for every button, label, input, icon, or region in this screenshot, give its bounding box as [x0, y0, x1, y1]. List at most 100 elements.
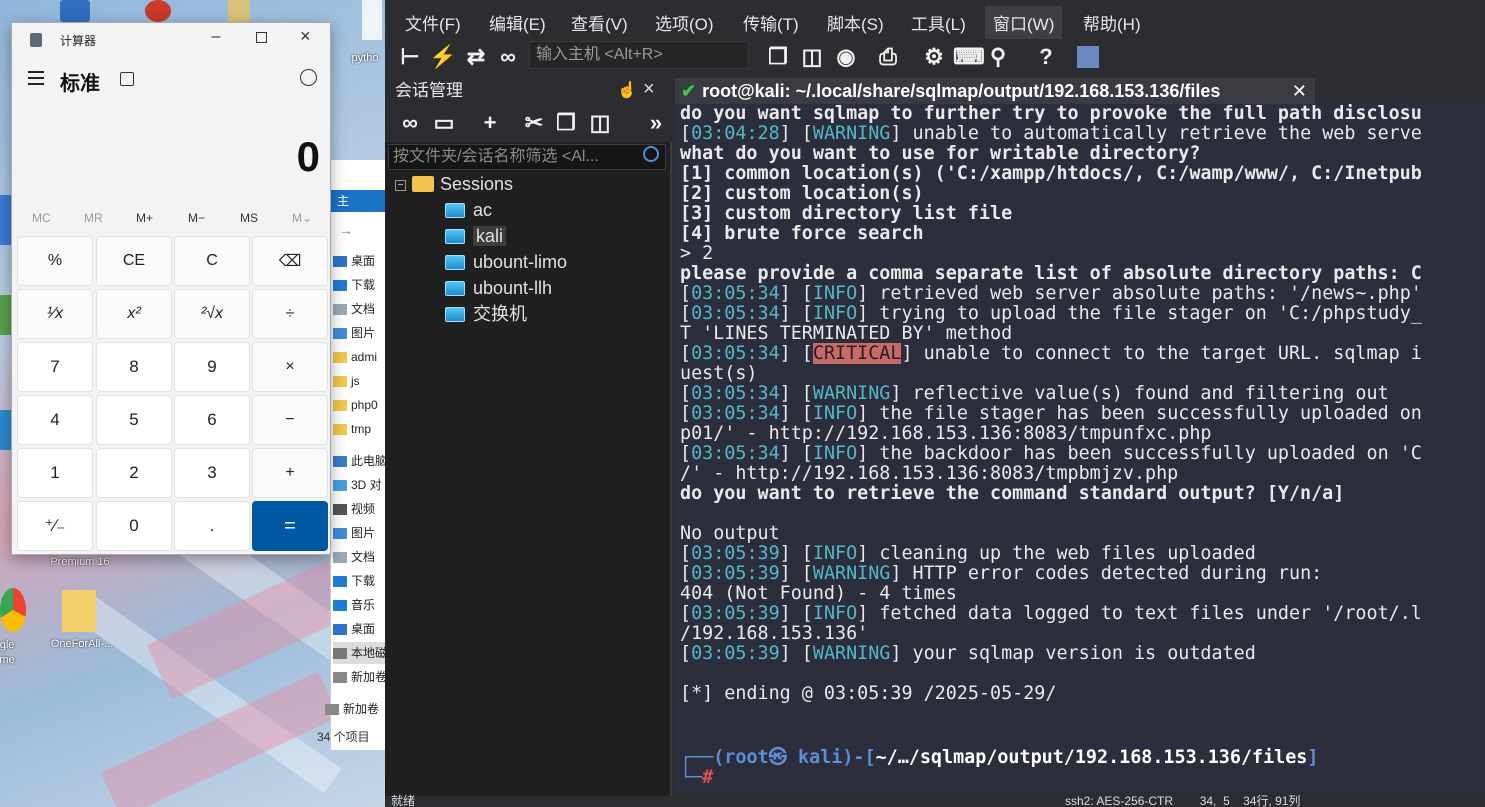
digit-0-key[interactable]: 0 [96, 501, 172, 551]
find-icon[interactable]: ◉ [833, 44, 859, 70]
explorer-item[interactable]: 桌面 [333, 250, 387, 272]
explorer-item[interactable]: 文档 [333, 546, 387, 568]
explorer-item[interactable]: 下载 [333, 274, 387, 296]
plus-key[interactable]: + [252, 448, 328, 498]
digit-3-key[interactable]: 3 [174, 448, 250, 498]
paste-session-icon[interactable]: ◫ [587, 110, 613, 136]
settings-gear-icon[interactable]: ⚙ [921, 44, 947, 70]
cut-icon[interactable]: ✂ [521, 110, 547, 136]
close-button[interactable]: × [300, 26, 311, 47]
forward-arrow-icon[interactable]: → [339, 222, 353, 238]
minimize-button[interactable]: – [204, 28, 228, 46]
explorer-item[interactable]: 新加卷 [325, 698, 379, 720]
explorer-item[interactable]: 音乐 [333, 594, 387, 616]
menu-help[interactable]: 帮助(H) [1083, 10, 1141, 35]
explorer-tab[interactable]: 主 [331, 190, 387, 212]
memory-list-button[interactable]: M⌄ [292, 211, 312, 225]
connect-tab-icon[interactable]: ▭ [431, 110, 457, 136]
explorer-item[interactable]: 图片 [333, 322, 387, 344]
close-panel-icon[interactable]: × [643, 78, 655, 101]
minus-key[interactable]: − [252, 395, 328, 445]
folder-icon[interactable] [60, 0, 90, 22]
memory-store-button[interactable]: MS [240, 211, 258, 225]
memory-clear-button[interactable]: MC [32, 211, 51, 225]
menu-options[interactable]: 选项(O) [655, 10, 714, 35]
explorer-item[interactable]: 图片 [333, 522, 387, 544]
explorer-item[interactable]: 下载 [333, 570, 387, 592]
close-tab-icon[interactable]: ✕ [1292, 78, 1307, 104]
disconnect-icon[interactable]: ∞ [495, 44, 521, 70]
explorer-item[interactable]: admi [333, 346, 387, 368]
oneforall-label[interactable]: OneForAll-... [42, 638, 122, 650]
negate-key[interactable]: ⁺∕₋ [17, 501, 93, 551]
menu-file[interactable]: 文件(F) [405, 10, 461, 35]
digit-6-key[interactable]: 6 [174, 395, 250, 445]
session-item-ac[interactable]: ac [445, 198, 492, 222]
digit-1-key[interactable]: 1 [17, 448, 93, 498]
explorer-item[interactable]: js [333, 370, 387, 392]
sftp-icon[interactable] [1077, 46, 1099, 68]
search-icon[interactable] [643, 146, 659, 162]
session-filter-input[interactable]: 按文件夹/会话名称筛选 <Al... [388, 144, 666, 170]
explorer-item[interactable]: 此电脑 [333, 450, 387, 472]
percent-key[interactable]: % [17, 236, 93, 286]
clear-entry-key[interactable]: CE [96, 236, 172, 286]
divide-key[interactable]: ÷ [252, 289, 328, 339]
sqrt-key[interactable]: ²√x [174, 289, 250, 339]
session-item-ubount-limo[interactable]: ubount-limo [445, 250, 567, 274]
keep-on-top-icon[interactable] [120, 72, 134, 86]
menu-edit[interactable]: 编辑(E) [489, 10, 546, 35]
keymap-icon[interactable]: ⌨ [953, 44, 985, 70]
memory-subtract-button[interactable]: M− [188, 211, 205, 225]
session-item-ubount-llh[interactable]: ubount-llh [445, 276, 552, 300]
print-icon[interactable]: ⎙ [875, 44, 901, 70]
menu-script[interactable]: 脚本(S) [827, 10, 884, 35]
file-icon[interactable] [362, 0, 382, 40]
decimal-key[interactable]: . [174, 501, 250, 551]
connect-link-icon[interactable]: ∞ [397, 110, 423, 136]
quick-connect-icon[interactable]: ⚡ [429, 44, 456, 70]
app-icon[interactable] [145, 0, 171, 22]
reciprocal-key[interactable]: ¹⁄x [17, 289, 93, 339]
paste-icon[interactable]: ◫ [799, 44, 825, 70]
multiply-key[interactable]: × [252, 342, 328, 392]
square-key[interactable]: x² [96, 289, 172, 339]
terminal-output[interactable]: do you want sqlmap to further try to pro… [675, 104, 1485, 792]
menu-window[interactable]: 窗口(W) [985, 6, 1063, 39]
backspace-key[interactable]: ⌫ [252, 236, 328, 286]
session-tab[interactable]: ✔ root@kali: ~/.local/share/sqlmap/output… [675, 78, 1315, 104]
explorer-item[interactable]: 桌面 [333, 618, 387, 640]
equals-key[interactable]: = [252, 501, 328, 551]
menu-tools[interactable]: 工具(L) [911, 10, 966, 35]
maximize-button[interactable] [256, 32, 267, 43]
host-input[interactable]: 输入主机 <Alt+R> [529, 41, 749, 69]
folder-icon[interactable] [62, 590, 96, 632]
hamburger-menu-icon[interactable] [28, 71, 44, 85]
history-icon[interactable] [300, 69, 317, 86]
explorer-item[interactable]: tmp [333, 418, 387, 440]
digit-5-key[interactable]: 5 [96, 395, 172, 445]
session-item-kali[interactable]: kali [445, 224, 507, 248]
zip-icon[interactable] [228, 0, 250, 22]
memory-recall-button[interactable]: MR [84, 211, 103, 225]
explorer-item[interactable]: 文档 [333, 298, 387, 320]
key-icon[interactable]: ⚲ [985, 44, 1011, 70]
memory-add-button[interactable]: M+ [136, 211, 153, 225]
explorer-item[interactable]: 本地磁 [333, 642, 387, 664]
help-icon[interactable]: ? [1033, 44, 1059, 70]
digit-4-key[interactable]: 4 [17, 395, 93, 445]
explorer-item[interactable]: php0 [333, 394, 387, 416]
collapse-icon[interactable]: − [395, 180, 406, 191]
digit-8-key[interactable]: 8 [96, 342, 172, 392]
session-item-switch[interactable]: 交换机 [445, 302, 527, 326]
add-session-icon[interactable]: + [477, 110, 503, 136]
digit-7-key[interactable]: 7 [17, 342, 93, 392]
menu-transfer[interactable]: 传输(T) [743, 10, 799, 35]
digit-2-key[interactable]: 2 [96, 448, 172, 498]
menu-view[interactable]: 查看(V) [571, 10, 628, 35]
sessions-folder[interactable]: − Sessions [395, 172, 513, 196]
chrome-icon[interactable] [0, 588, 26, 632]
digit-9-key[interactable]: 9 [174, 342, 250, 392]
copy-session-icon[interactable]: ❐ [553, 110, 579, 136]
pin-icon[interactable]: ☝ [617, 80, 637, 100]
